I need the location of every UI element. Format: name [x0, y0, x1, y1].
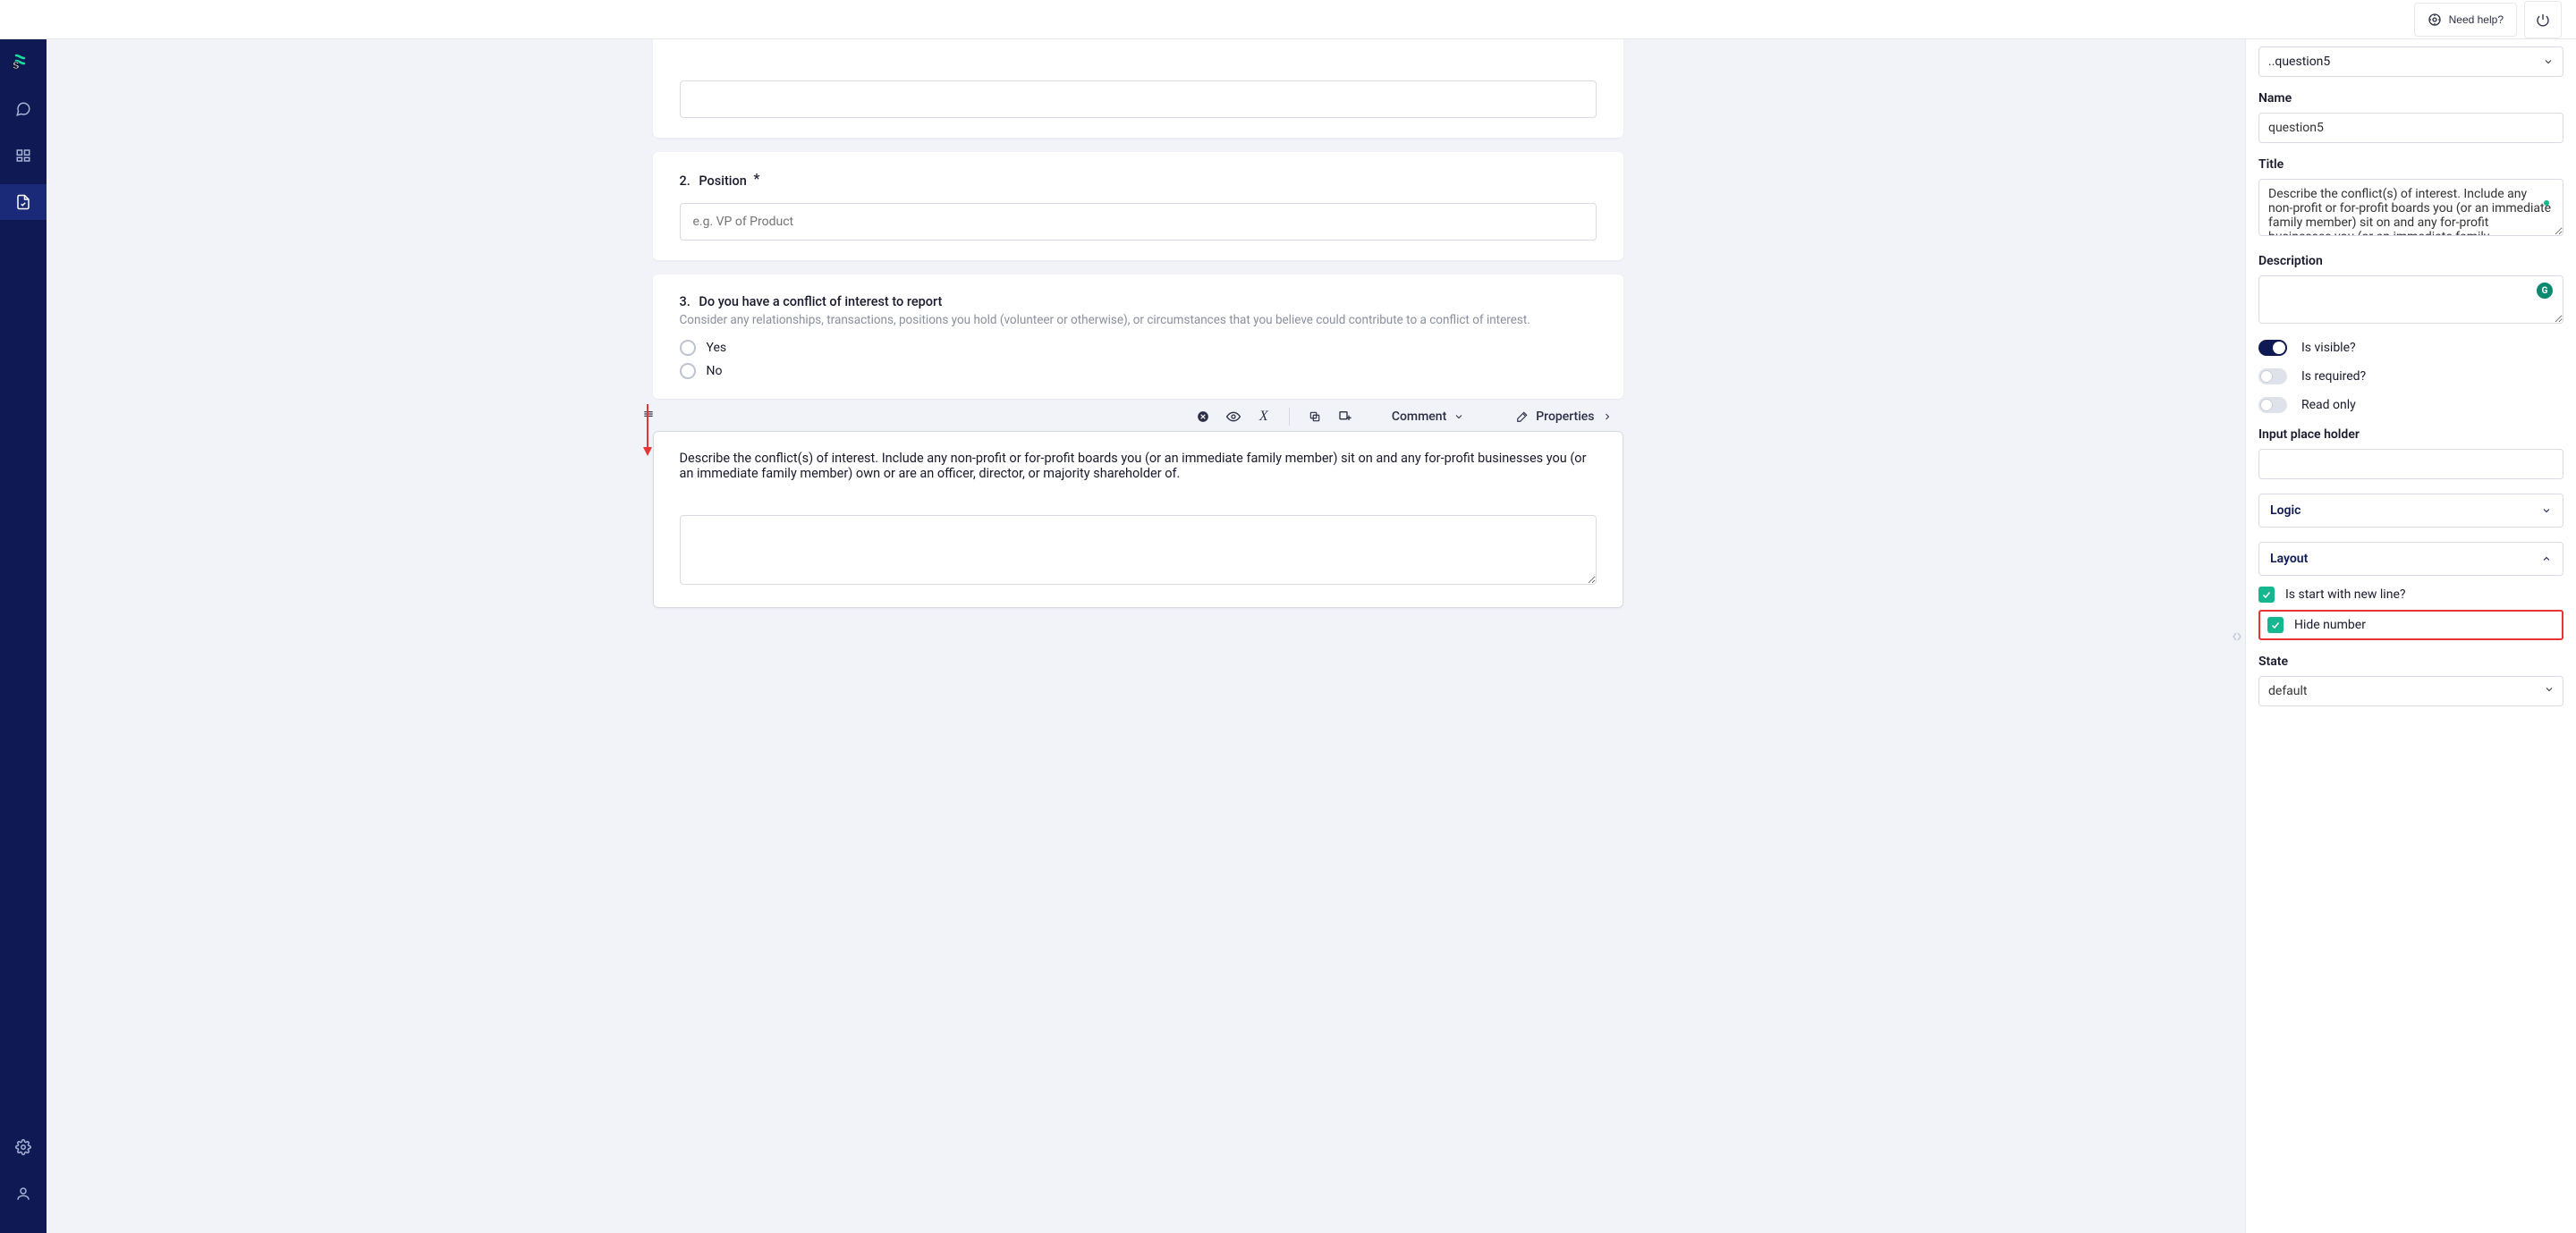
- name-input[interactable]: [2258, 113, 2563, 143]
- radio-icon: [680, 363, 696, 379]
- question-2-title: 2. Position *: [680, 172, 1597, 189]
- chevron-down-icon: [2541, 505, 2552, 516]
- question-card-2[interactable]: 2. Position *: [653, 152, 1623, 260]
- help-icon: [2428, 13, 2442, 27]
- svg-text:s: s: [13, 56, 20, 72]
- radio-icon: [680, 340, 696, 356]
- description-input[interactable]: [2258, 275, 2563, 324]
- question-card-1[interactable]: [653, 39, 1623, 138]
- app-logo: s: [11, 48, 36, 73]
- required-star-icon: *: [753, 170, 759, 187]
- chevron-down-icon: [2543, 56, 2554, 67]
- question-1-input[interactable]: [680, 80, 1597, 118]
- chevron-up-icon: [2541, 553, 2552, 564]
- nav-chat-icon[interactable]: [0, 91, 47, 127]
- question-path-select[interactable]: ..question5: [2258, 46, 2563, 77]
- toolbar-copy-icon[interactable]: [1306, 408, 1324, 426]
- question-card-3[interactable]: 3. Do you have a conflict of interest to…: [653, 274, 1623, 399]
- logic-section-toggle[interactable]: Logic: [2258, 494, 2563, 528]
- toolbar-properties-button[interactable]: Properties: [1516, 410, 1612, 424]
- toolbar-comment-button[interactable]: Comment: [1392, 410, 1464, 424]
- question-3-options: Yes No: [680, 340, 1597, 379]
- wand-icon: [1516, 410, 1529, 423]
- status-dot-icon: [2544, 200, 2549, 206]
- toolbar-addto-icon[interactable]: [1336, 408, 1354, 426]
- annotation-arrow-icon: [641, 404, 654, 456]
- is-required-toggle[interactable]: [2258, 368, 2287, 384]
- form-editor: 2. Position * 3. Do you have a conflict …: [47, 39, 2229, 1233]
- nav-profile-icon[interactable]: [0, 1176, 47, 1212]
- layout-section-toggle[interactable]: Layout: [2258, 542, 2563, 576]
- placeholder-label: Input place holder: [2258, 427, 2563, 442]
- left-sidebar: s: [0, 39, 47, 1233]
- radio-no[interactable]: No: [680, 363, 1597, 379]
- nav-settings-icon[interactable]: [0, 1129, 47, 1165]
- placeholder-input[interactable]: [2258, 449, 2563, 479]
- chevron-down-icon: [1453, 411, 1464, 422]
- toolbar-required-icon[interactable]: X: [1255, 408, 1273, 426]
- description-label: Description: [2258, 254, 2563, 268]
- toolbar-visibility-icon[interactable]: [1224, 408, 1242, 426]
- hide-number-checkbox[interactable]: Hide number: [2267, 617, 2555, 633]
- question-toolbar: X Comment Properties: [653, 402, 1623, 431]
- read-only-label: Read only: [2301, 398, 2356, 412]
- chevron-right-icon: [1602, 411, 1613, 422]
- question-5-textarea[interactable]: [680, 515, 1597, 585]
- question-card-5[interactable]: Describe the conflict(s) of interest. In…: [653, 431, 1623, 608]
- need-help-label: Need help?: [2449, 13, 2504, 26]
- is-visible-toggle[interactable]: [2258, 340, 2287, 356]
- checkmark-icon: [2267, 617, 2284, 633]
- nav-builder-icon[interactable]: [0, 184, 47, 220]
- state-select[interactable]: default: [2258, 676, 2563, 706]
- state-label: State: [2258, 655, 2563, 669]
- radio-yes[interactable]: Yes: [680, 340, 1597, 356]
- title-input[interactable]: Describe the conflict(s) of interest. In…: [2258, 179, 2563, 236]
- question-2-input[interactable]: [680, 203, 1597, 241]
- question-3-title: 3. Do you have a conflict of interest to…: [680, 294, 1597, 309]
- question-5-title: Describe the conflict(s) of interest. In…: [680, 451, 1597, 481]
- read-only-toggle[interactable]: [2258, 397, 2287, 413]
- is-required-label: Is required?: [2301, 369, 2366, 384]
- top-header: Need help?: [0, 0, 2576, 39]
- toolbar-delete-icon[interactable]: [1194, 408, 1212, 426]
- nav-modules-icon[interactable]: [0, 138, 47, 173]
- question-3-description: Consider any relationships, transactions…: [680, 313, 1597, 327]
- is-visible-label: Is visible?: [2301, 341, 2356, 355]
- power-icon: [2536, 13, 2550, 27]
- panel-resizer[interactable]: [2229, 39, 2245, 1233]
- properties-panel: ..question5 Name Title Describe the conf…: [2245, 39, 2576, 1233]
- need-help-button[interactable]: Need help?: [2414, 3, 2517, 37]
- start-new-line-checkbox[interactable]: Is start with new line?: [2258, 587, 2563, 603]
- checkmark-icon: [2258, 587, 2275, 603]
- power-button[interactable]: [2524, 1, 2562, 38]
- name-label: Name: [2258, 91, 2563, 106]
- hide-number-highlight: Hide number: [2258, 610, 2563, 640]
- title-label: Title: [2258, 157, 2563, 172]
